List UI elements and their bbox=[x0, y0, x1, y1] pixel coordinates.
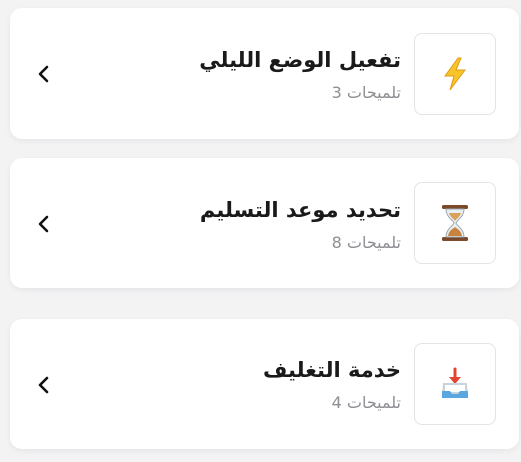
list-item-title: خدمة التغليف bbox=[263, 358, 401, 382]
list-item-packaging[interactable]: خدمة التغليف 4 تلميحات bbox=[10, 319, 519, 449]
list-item-title: تفعيل الوضع الليلي bbox=[199, 48, 401, 72]
icon-container bbox=[414, 343, 496, 425]
lightning-icon bbox=[440, 57, 470, 91]
list-item-text: خدمة التغليف 4 تلميحات bbox=[263, 356, 401, 414]
list-item-subtitle: 3 تلميحات bbox=[331, 83, 401, 102]
list-item-night-mode[interactable]: تفعيل الوضع الليلي 3 تلميحات bbox=[10, 8, 519, 139]
inbox-tray-icon bbox=[440, 367, 470, 401]
chevron-left-icon[interactable] bbox=[33, 213, 55, 235]
chevron-left-icon[interactable] bbox=[33, 63, 55, 85]
icon-container bbox=[414, 182, 496, 264]
list-item-text: تفعيل الوضع الليلي 3 تلميحات bbox=[199, 46, 401, 104]
chevron-left-icon[interactable] bbox=[33, 374, 55, 396]
hourglass-icon bbox=[440, 204, 470, 242]
list-item-subtitle: 4 تلميحات bbox=[331, 393, 401, 412]
list-item-title: تحديد موعد التسليم bbox=[199, 198, 401, 222]
list-item-text: تحديد موعد التسليم 8 تلميحات bbox=[200, 196, 401, 254]
list-item-delivery-date[interactable]: تحديد موعد التسليم 8 تلميحات bbox=[10, 158, 519, 288]
icon-container bbox=[414, 33, 496, 115]
list-item-subtitle: 8 تلميحات bbox=[331, 233, 401, 252]
